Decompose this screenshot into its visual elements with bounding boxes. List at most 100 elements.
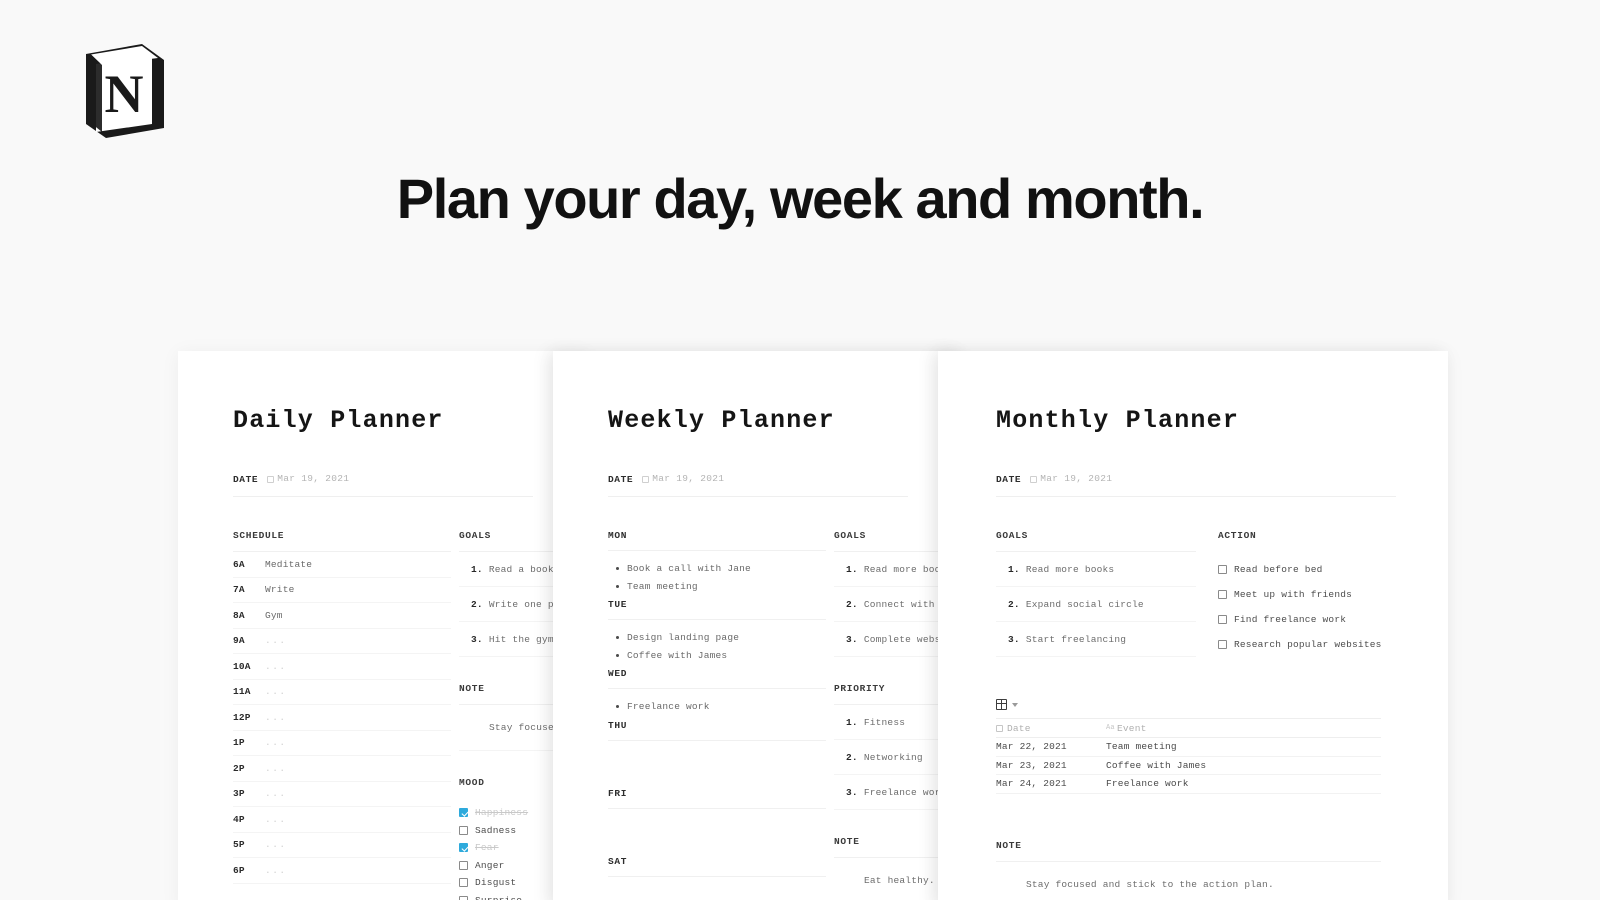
checkbox-icon[interactable] — [459, 825, 468, 835]
schedule-list: 6A Meditate 7A Write 8A Gym 9A... 10A... 11… — [233, 552, 451, 884]
table-row[interactable]: 10A... — [233, 654, 451, 680]
table-row[interactable]: 12P... — [233, 705, 451, 731]
list-item[interactable]: Book a call with Jane — [608, 560, 826, 578]
monthly-title: Monthly Planner — [996, 406, 1240, 435]
table-row[interactable]: Mar 23, 2021 Coffee with James — [996, 757, 1381, 775]
daily-date-row[interactable]: DATE Mar 19, 2021 — [233, 473, 533, 497]
database-view-switcher[interactable] — [996, 699, 1448, 718]
goal-index: 2. — [846, 598, 858, 610]
date-property-icon — [996, 724, 1003, 732]
monthly-date-row[interactable]: DATE Mar 19, 2021 — [996, 473, 1396, 497]
weekly-title: Weekly Planner — [608, 406, 835, 435]
checkbox-icon[interactable] — [1218, 640, 1227, 649]
daily-date-value[interactable]: Mar 19, 2021 — [267, 473, 349, 484]
table-row[interactable]: Mar 24, 2021 Freelance work — [996, 775, 1381, 794]
schedule-task[interactable]: ... — [265, 712, 287, 723]
schedule-task[interactable]: ... — [265, 661, 287, 672]
schedule-time: 9A — [233, 635, 245, 647]
database-table-icon[interactable] — [996, 699, 1007, 710]
list-item[interactable]: Coffee with James — [608, 647, 826, 665]
checkbox-icon[interactable] — [1218, 565, 1227, 574]
schedule-time: 5P — [233, 839, 245, 851]
list-item[interactable]: Read before bed — [1218, 557, 1418, 582]
bullet-icon — [616, 584, 619, 588]
monthly-date-value[interactable]: Mar 19, 2021 — [1030, 473, 1112, 484]
day-label: SAT — [608, 856, 826, 877]
list-item[interactable]: 3. Start freelancing — [996, 622, 1196, 657]
goal-text[interactable]: Read a book — [489, 564, 554, 575]
schedule-task[interactable]: ... — [265, 763, 287, 774]
priority-text[interactable]: Freelance work — [864, 787, 947, 798]
daily-title: Daily Planner — [233, 406, 444, 435]
table-row[interactable]: 6P... — [233, 858, 451, 884]
checkbox-icon[interactable] — [1218, 615, 1227, 624]
checkbox-icon[interactable] — [459, 843, 468, 853]
table-row[interactable]: Mar 22, 2021 Team meeting — [996, 738, 1381, 757]
checkbox-icon[interactable] — [459, 808, 468, 818]
goal-text[interactable]: Read more books — [1026, 564, 1115, 575]
schedule-task[interactable]: Write — [265, 584, 295, 595]
day-label: TUE — [608, 599, 826, 620]
schedule-task[interactable]: Gym — [265, 610, 283, 621]
table-row[interactable]: 2P... — [233, 756, 451, 782]
schedule-time: 8A — [233, 609, 245, 621]
weekly-date-value[interactable]: Mar 19, 2021 — [642, 473, 724, 484]
priority-text[interactable]: Fitness — [864, 717, 905, 728]
mood-label-item: Happiness — [475, 807, 529, 819]
logo-letter: N — [105, 64, 144, 124]
day-block-tue: TUE Design landing page Coffee with Jame… — [608, 599, 826, 664]
daily-date-text: Mar 19, 2021 — [277, 473, 350, 484]
weekly-date-row[interactable]: DATE Mar 19, 2021 — [608, 473, 908, 497]
day-item-text: Design landing page — [627, 632, 740, 644]
schedule-time: 6A — [233, 558, 245, 570]
schedule-task[interactable]: ... — [265, 737, 287, 748]
schedule-task[interactable]: ... — [265, 839, 287, 850]
schedule-task[interactable]: ... — [265, 686, 287, 697]
goal-text[interactable]: Hit the gym — [489, 634, 554, 645]
list-item[interactable]: Freelance work — [608, 698, 826, 716]
list-item[interactable]: Team meeting — [608, 578, 826, 596]
list-item[interactable]: Design landing page — [608, 629, 826, 647]
priority-text[interactable]: Networking — [864, 752, 923, 763]
table-row[interactable]: 5P... — [233, 833, 451, 858]
schedule-task[interactable]: ... — [265, 814, 287, 825]
goal-text[interactable]: Start freelancing — [1026, 634, 1126, 645]
table-row[interactable]: 7A Write — [233, 578, 451, 603]
table-row[interactable]: 9A... — [233, 629, 451, 654]
table-row[interactable]: 6A Meditate — [233, 552, 451, 578]
column-header-event[interactable]: Event — [1117, 723, 1147, 734]
list-item[interactable]: Find freelance work — [1218, 607, 1418, 632]
monthly-planner-card[interactable]: Monthly Planner DATE Mar 19, 2021 GOALS … — [938, 351, 1448, 900]
table-row[interactable]: 3P... — [233, 782, 451, 807]
column-header-date[interactable]: Date — [1007, 723, 1031, 734]
goal-index: 1. — [846, 563, 858, 575]
schedule-task[interactable]: ... — [265, 865, 287, 876]
checkbox-icon[interactable] — [459, 895, 468, 900]
list-item[interactable]: 2. Expand social circle — [996, 587, 1196, 622]
checkbox-icon[interactable] — [459, 860, 468, 870]
table-row[interactable]: 1P... — [233, 731, 451, 756]
schedule-task[interactable]: ... — [265, 788, 287, 799]
note-text[interactable]: Stay focused and stick to the action pla… — [996, 862, 1381, 900]
checkbox-icon[interactable] — [459, 878, 468, 888]
cell-event: Team meeting — [1106, 741, 1177, 753]
table-row[interactable]: 11A... — [233, 680, 451, 705]
mood-label-item: Surprise — [475, 895, 522, 900]
list-item[interactable]: 1. Read more books — [996, 552, 1196, 587]
checkbox-icon[interactable] — [1218, 590, 1227, 599]
daily-planner-card[interactable]: Daily Planner DATE Mar 19, 2021 SCHEDULE… — [178, 351, 588, 900]
list-item[interactable]: Meet up with friends — [1218, 582, 1418, 607]
calendar-icon — [267, 476, 275, 483]
planner-cards: Daily Planner DATE Mar 19, 2021 SCHEDULE… — [0, 351, 1600, 900]
chevron-down-icon[interactable] — [1012, 702, 1018, 707]
goal-text[interactable]: Expand social circle — [1026, 599, 1144, 610]
schedule-task[interactable]: ... — [265, 635, 287, 646]
schedule-task[interactable]: Meditate — [265, 559, 312, 570]
table-row[interactable]: 8A Gym — [233, 603, 451, 629]
bullet-icon — [616, 705, 619, 709]
cell-date: Mar 22, 2021 — [996, 741, 1067, 753]
table-row[interactable]: 4P... — [233, 807, 451, 833]
list-item[interactable]: Research popular websites — [1218, 632, 1418, 657]
calendar-icon — [1030, 476, 1038, 483]
weekly-planner-card[interactable]: Weekly Planner DATE Mar 19, 2021 MON Boo… — [553, 351, 963, 900]
